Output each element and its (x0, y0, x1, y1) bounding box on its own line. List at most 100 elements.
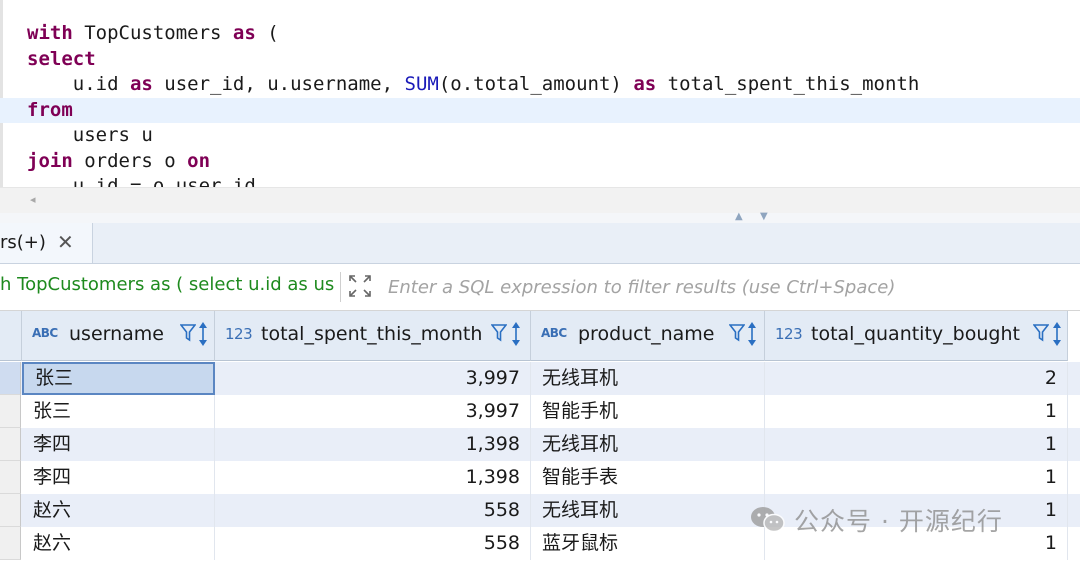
table-cell-username[interactable]: 张三 (22, 395, 215, 428)
sql-keyword: with (27, 22, 73, 44)
sql-text: (o.total_amount) (438, 73, 634, 95)
sql-keyword: on (187, 150, 211, 172)
table-row[interactable]: 张三 3,997 无线耳机 2 (0, 362, 1080, 395)
sql-text: user_id, u.username, (152, 73, 405, 95)
column-header-label: username (69, 323, 164, 345)
code-line[interactable]: select (0, 47, 1080, 72)
sort-icon[interactable] (1052, 321, 1062, 350)
row-header[interactable] (0, 494, 21, 527)
column-header-total-quantity-bought[interactable]: 123 total_quantity_bought (765, 311, 1068, 361)
column-header-total-spent-this-month[interactable]: 123 total_spent_this_month (215, 311, 531, 361)
table-cell-total-spent-this-month[interactable]: 1,398 (215, 428, 531, 461)
sql-keyword: as (129, 73, 153, 95)
panel-splitter[interactable]: ▲ ▼ (0, 211, 1080, 223)
watermark: 公众号 · 开源纪行 (750, 500, 1003, 540)
sort-icon[interactable] (198, 321, 208, 350)
table-row[interactable]: 李四 1,398 智能手表 1 (0, 461, 1080, 494)
table-cell-total-quantity-bought[interactable]: 1 (765, 428, 1068, 461)
numeric-type-icon: 123 (225, 325, 253, 343)
horizontal-scrollbar[interactable]: ◂ (0, 187, 1080, 214)
code-line[interactable]: users u (0, 123, 1080, 148)
table-cell-product-name[interactable]: 无线耳机 (531, 428, 765, 461)
code-line[interactable]: u.id = o.user_id (0, 174, 1080, 187)
sql-keyword: from (27, 99, 73, 121)
grid-corner[interactable] (0, 311, 22, 361)
sql-text: total_spent_this_month (656, 73, 920, 95)
row-header[interactable] (0, 461, 21, 494)
table-cell-total-spent-this-month[interactable]: 558 (215, 494, 531, 527)
code-line-text: with TopCustomers as ( (27, 21, 279, 46)
sql-keyword: as (633, 73, 657, 95)
sql-editor[interactable]: with TopCustomers as (select u.id as use… (0, 0, 1080, 187)
table-cell-total-spent-this-month[interactable]: 3,997 (215, 395, 531, 428)
filter-divider (340, 272, 341, 302)
sql-text: orders o (72, 150, 188, 172)
column-header-label: total_quantity_bought (811, 323, 1020, 345)
sql-function: SUM (404, 73, 439, 95)
text-type-icon: ABC (32, 326, 58, 340)
sql-keyword: as (232, 22, 256, 44)
scroll-left-icon[interactable]: ◂ (30, 193, 36, 206)
numeric-type-icon: 123 (775, 325, 803, 343)
code-line[interactable]: from (0, 98, 1080, 123)
table-cell-product-name[interactable]: 蓝牙鼠标 (531, 527, 765, 560)
close-icon[interactable]: ✕ (57, 230, 74, 254)
table-cell-product-name[interactable]: 智能手机 (531, 395, 765, 428)
row-header[interactable] (0, 527, 21, 560)
table-cell-total-spent-this-month[interactable]: 558 (215, 527, 531, 560)
table-cell-total-spent-this-month[interactable]: 1,398 (215, 461, 531, 494)
table-cell-product-name[interactable]: 智能手表 (531, 461, 765, 494)
results-tab-bar: rs(+) ✕ (0, 223, 1080, 264)
code-line-text: select (27, 47, 96, 72)
text-type-icon: ABC (541, 326, 567, 340)
table-cell-username[interactable]: 李四 (22, 428, 215, 461)
code-line-text: u.id = o.user_id (27, 174, 256, 187)
filter-bar: h TopCustomers as ( select u.id as us (0, 264, 1080, 311)
table-cell-username[interactable]: 赵六 (22, 494, 215, 527)
table-cell-username[interactable]: 赵六 (22, 527, 215, 560)
code-line-text: join orders o on (27, 149, 210, 174)
filter-icon[interactable] (179, 323, 197, 348)
filter-icon[interactable] (490, 323, 508, 348)
sql-text: TopCustomers (72, 22, 233, 44)
sort-icon[interactable] (511, 321, 521, 350)
table-row[interactable]: 张三 3,997 智能手机 1 (0, 395, 1080, 428)
filter-icon[interactable] (728, 323, 746, 348)
table-cell-total-spent-this-month[interactable]: 3,997 (215, 362, 531, 395)
code-line-text: u.id as user_id, u.username, SUM(o.total… (27, 72, 920, 97)
table-cell-username[interactable]: 李四 (22, 461, 215, 494)
results-tab-label: rs(+) (0, 232, 46, 253)
code-line-text: users u (27, 123, 153, 148)
filter-input[interactable] (378, 264, 1078, 310)
watermark-text: 公众号 · 开源纪行 (794, 507, 1003, 536)
table-cell-product-name[interactable]: 无线耳机 (531, 494, 765, 527)
table-cell-total-quantity-bought[interactable]: 2 (765, 362, 1068, 395)
sort-icon[interactable] (747, 321, 757, 350)
expand-icon[interactable] (347, 273, 373, 304)
code-line-text: from (27, 98, 73, 123)
maximize-results-icon[interactable]: ▼ (760, 211, 768, 222)
table-cell-product-name[interactable]: 无线耳机 (531, 362, 765, 395)
table-cell-total-quantity-bought[interactable]: 1 (765, 461, 1068, 494)
result-query-text: h TopCustomers as ( select u.id as us (0, 274, 334, 295)
maximize-editor-icon[interactable]: ▲ (735, 211, 743, 222)
results-tab[interactable]: rs(+) ✕ (0, 223, 93, 263)
sql-text: u.id = o.user_id (27, 175, 256, 187)
row-header[interactable] (0, 428, 21, 461)
table-cell-total-quantity-bought[interactable]: 1 (765, 395, 1068, 428)
code-line[interactable]: with TopCustomers as ( (0, 21, 1080, 46)
code-line[interactable]: u.id as user_id, u.username, SUM(o.total… (0, 72, 1080, 97)
sql-text: users u (27, 124, 153, 146)
sql-keyword: join (27, 150, 73, 172)
column-header-username[interactable]: ABC username (22, 311, 215, 361)
sql-text: ( (255, 22, 279, 44)
table-row[interactable]: 李四 1,398 无线耳机 1 (0, 428, 1080, 461)
row-header[interactable] (0, 362, 21, 395)
wechat-icon (750, 506, 786, 534)
table-cell-username[interactable]: 张三 (22, 362, 215, 395)
code-line[interactable]: join orders o on (0, 149, 1080, 174)
sql-keyword: select (27, 48, 96, 70)
filter-icon[interactable] (1032, 323, 1050, 348)
column-header-product-name[interactable]: ABC product_name (531, 311, 765, 361)
row-header[interactable] (0, 395, 21, 428)
